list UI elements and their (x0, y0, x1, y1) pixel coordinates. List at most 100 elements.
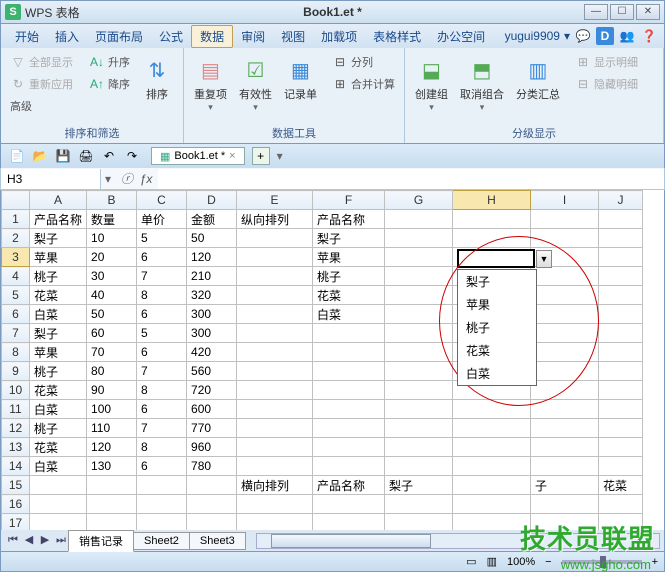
col-header-I[interactable]: I (531, 191, 599, 210)
dropdown-item[interactable]: 桃子 (458, 316, 536, 339)
cell[interactable]: 780 (187, 457, 237, 476)
menu-review[interactable]: 审阅 (233, 26, 273, 47)
cell[interactable]: 10 (87, 229, 137, 248)
cell[interactable] (313, 438, 385, 457)
cell[interactable] (531, 495, 599, 514)
cell[interactable] (237, 248, 313, 267)
fx-button[interactable]: ⓡ ƒx (115, 170, 158, 187)
cell[interactable] (531, 343, 599, 362)
row-header[interactable]: 10 (2, 381, 30, 400)
cell[interactable] (237, 324, 313, 343)
cell[interactable]: 桃子 (30, 267, 87, 286)
cell[interactable] (137, 514, 187, 531)
cell[interactable] (237, 400, 313, 419)
validity-button[interactable]: ☑有效性▾ (235, 52, 276, 115)
cell[interactable]: 苹果 (30, 248, 87, 267)
cell[interactable]: 20 (87, 248, 137, 267)
cell[interactable] (385, 305, 453, 324)
col-header-B[interactable]: B (87, 191, 137, 210)
col-header-A[interactable]: A (30, 191, 87, 210)
cell[interactable]: 50 (87, 305, 137, 324)
subtotal-button[interactable]: ▥分类汇总 (512, 52, 564, 104)
cell[interactable] (453, 438, 531, 457)
row-header[interactable]: 11 (2, 400, 30, 419)
cell[interactable] (531, 267, 599, 286)
form-button[interactable]: ▦记录单 (280, 52, 321, 104)
cell[interactable] (531, 362, 599, 381)
cell[interactable]: 花菜 (30, 381, 87, 400)
zoom-in-button[interactable]: + (652, 556, 658, 568)
cell[interactable] (187, 514, 237, 531)
select-all-corner[interactable] (2, 191, 30, 210)
cell[interactable]: 7 (137, 419, 187, 438)
ungroup-button[interactable]: ⬒取消组合▾ (456, 52, 508, 115)
d-icon[interactable]: D (596, 27, 614, 45)
cell[interactable] (313, 343, 385, 362)
cell[interactable]: 桃子 (30, 419, 87, 438)
tab-list-dropdown[interactable]: ▾ (277, 149, 283, 163)
cell[interactable]: 花菜 (30, 286, 87, 305)
cell[interactable] (531, 324, 599, 343)
col-header-F[interactable]: F (313, 191, 385, 210)
minimize-button[interactable]: — (584, 4, 608, 20)
cell[interactable] (531, 210, 599, 229)
col-header-C[interactable]: C (137, 191, 187, 210)
cell[interactable] (531, 229, 599, 248)
cell[interactable]: 梨子 (30, 324, 87, 343)
split-button[interactable]: ⊟分列 (329, 52, 398, 72)
cell[interactable] (187, 495, 237, 514)
cell[interactable] (237, 305, 313, 324)
cell[interactable] (599, 400, 643, 419)
cell[interactable]: 白菜 (30, 305, 87, 324)
cell[interactable] (385, 400, 453, 419)
tab-nav-next[interactable]: ▶ (37, 533, 53, 549)
row-header[interactable]: 3 (2, 248, 30, 267)
cell[interactable] (87, 514, 137, 531)
consolidate-button[interactable]: ⊞合并计算 (329, 74, 398, 94)
hscroll-thumb[interactable] (271, 534, 431, 548)
menu-formula[interactable]: 公式 (151, 26, 191, 47)
cell[interactable] (599, 229, 643, 248)
cell[interactable]: 320 (187, 286, 237, 305)
cell[interactable]: 8 (137, 438, 187, 457)
dropdown-item[interactable]: 梨子 (458, 270, 536, 293)
cell[interactable]: 数量 (87, 210, 137, 229)
cell[interactable] (313, 495, 385, 514)
dropdown-item[interactable]: 花菜 (458, 339, 536, 362)
cell[interactable] (187, 476, 237, 495)
cell[interactable] (237, 381, 313, 400)
cell[interactable] (313, 419, 385, 438)
cell[interactable] (453, 419, 531, 438)
cell[interactable] (313, 362, 385, 381)
row-header[interactable]: 9 (2, 362, 30, 381)
cell[interactable]: 30 (87, 267, 137, 286)
cell[interactable] (599, 438, 643, 457)
cell[interactable]: 花菜 (313, 286, 385, 305)
cell[interactable]: 金额 (187, 210, 237, 229)
validation-dropdown-list[interactable]: 梨子 苹果 桃子 花菜 白菜 (457, 269, 537, 386)
cell[interactable] (599, 362, 643, 381)
cell[interactable] (385, 381, 453, 400)
cell[interactable]: 50 (187, 229, 237, 248)
cell[interactable] (531, 381, 599, 400)
col-header-E[interactable]: E (237, 191, 313, 210)
cell[interactable] (385, 229, 453, 248)
cell[interactable] (237, 286, 313, 305)
maximize-button[interactable]: ☐ (610, 4, 634, 20)
cell[interactable] (313, 457, 385, 476)
row-header[interactable]: 12 (2, 419, 30, 438)
cell[interactable] (599, 267, 643, 286)
cell[interactable]: 花菜 (599, 476, 643, 495)
cell[interactable] (599, 324, 643, 343)
cell[interactable]: 横向排列 (237, 476, 313, 495)
cell[interactable]: 桃子 (30, 362, 87, 381)
new-button[interactable]: 📄 (7, 146, 27, 166)
menu-addins[interactable]: 加载项 (313, 26, 365, 47)
cell-dropdown-arrow[interactable]: ▼ (536, 250, 552, 268)
cell[interactable] (453, 229, 531, 248)
zoom-out-button[interactable]: − (545, 556, 551, 568)
dropdown-item[interactable]: 白菜 (458, 362, 536, 385)
view-normal-icon[interactable]: ▭ (466, 555, 476, 568)
cell[interactable]: 120 (87, 438, 137, 457)
cell[interactable]: 单价 (137, 210, 187, 229)
